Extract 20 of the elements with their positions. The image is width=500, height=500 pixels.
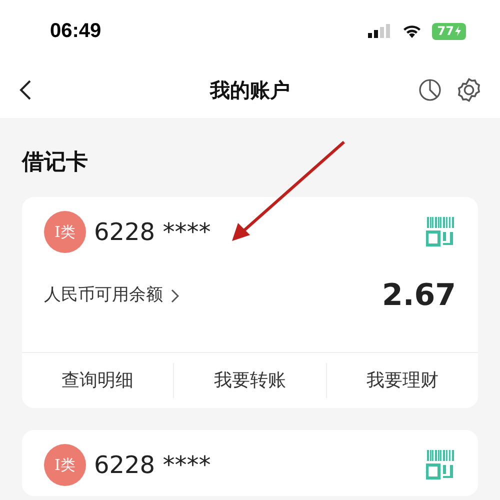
card-type-badge: I类	[44, 211, 86, 253]
wifi-icon	[402, 24, 422, 38]
card-action-button[interactable]: 查询明细	[62, 363, 134, 398]
charging-bolt-icon	[455, 26, 461, 36]
card-type-badge: I类	[44, 444, 86, 486]
status-time: 06:49	[50, 19, 102, 44]
chevron-right-icon	[171, 288, 179, 302]
balance-amount: 2.67	[382, 277, 456, 315]
card-action-button[interactable]: 我要理财	[366, 363, 438, 398]
balance-link[interactable]: 人民币可用余额	[44, 282, 179, 308]
card-number: 6228 ****	[94, 450, 211, 481]
page-title: 我的账户	[210, 77, 290, 104]
card-number: 6228 ****	[94, 217, 211, 248]
settings-icon[interactable]	[456, 77, 482, 103]
signal-icon	[368, 24, 392, 38]
section-title: 借记卡	[20, 149, 89, 177]
back-icon[interactable]	[18, 79, 32, 101]
battery-level: 77	[437, 23, 454, 40]
card-action-button[interactable]: 我要转账	[214, 363, 286, 398]
pie-chart-icon[interactable]	[418, 78, 442, 102]
